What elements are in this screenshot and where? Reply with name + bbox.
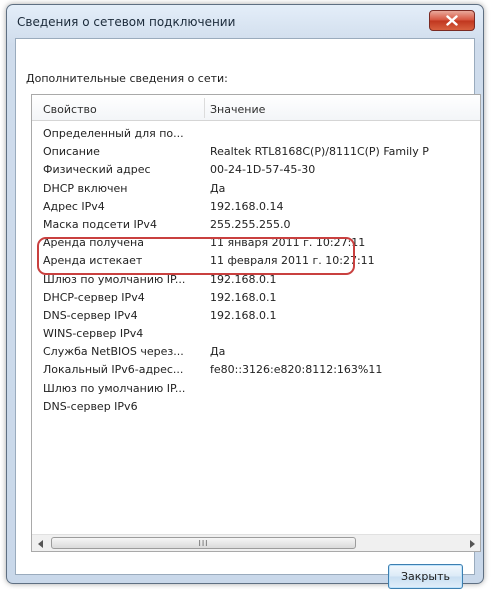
value-cell: 11 января 2011 г. 10:27:11 bbox=[210, 236, 366, 250]
property-cell: Аренда получена bbox=[43, 236, 144, 250]
section-label: Дополнительные сведения о сети: bbox=[26, 72, 228, 85]
property-cell: Аренда истекает bbox=[43, 254, 143, 268]
value-cell: Realtek RTL8168C(P)/8111C(P) Family P bbox=[210, 145, 429, 159]
scrollbar-grip: III bbox=[198, 538, 209, 548]
list-rows: Определенный для по... Описание Realtek R… bbox=[32, 125, 480, 416]
scroll-right-arrow-icon bbox=[469, 539, 475, 548]
list-item[interactable]: Шлюз по умолчанию IP... 192.168.0.1 bbox=[32, 271, 480, 289]
value-cell: 192.168.0.14 bbox=[210, 199, 284, 213]
value-cell: 11 февраля 2011 г. 10:27:11 bbox=[210, 254, 375, 268]
property-cell: DHCP включен bbox=[43, 181, 128, 195]
column-divider[interactable] bbox=[204, 98, 205, 118]
property-cell: Физический адрес bbox=[43, 163, 151, 177]
scrollbar-thumb[interactable]: III bbox=[51, 537, 356, 549]
value-cell: Да bbox=[210, 345, 226, 359]
value-cell: fe80::3126:e820:8112:163%11 bbox=[210, 363, 383, 377]
list-item[interactable]: Физический адрес 00-24-1D-57-45-30 bbox=[32, 161, 480, 179]
property-cell: WINS-сервер IPv4 bbox=[43, 327, 144, 341]
title-bar[interactable]: Сведения о сетевом подключении bbox=[7, 5, 483, 41]
dialog-window: Сведения о сетевом подключении Дополните… bbox=[6, 4, 484, 589]
list-item[interactable]: Адрес IPv4 192.168.0.14 bbox=[32, 198, 480, 216]
network-details-list[interactable]: Свойство Значение Определенный для по...… bbox=[31, 94, 481, 552]
window-title: Сведения о сетевом подключении bbox=[17, 15, 236, 29]
list-item[interactable]: DNS-сервер IPv4 192.168.0.1 bbox=[32, 307, 480, 325]
list-item[interactable]: Аренда получена 11 января 2011 г. 10:27:1… bbox=[32, 234, 480, 252]
value-cell: Да bbox=[210, 181, 226, 195]
list-item[interactable]: Локальный IPv6-адрес... fe80::3126:e820:8… bbox=[32, 361, 480, 379]
property-cell: Служба NetBIOS через... bbox=[43, 345, 184, 359]
property-cell: DNS-сервер IPv4 bbox=[43, 308, 138, 322]
list-item[interactable]: WINS-сервер IPv4 bbox=[32, 325, 480, 343]
property-cell: Описание bbox=[43, 145, 100, 159]
close-button[interactable]: Закрыть bbox=[388, 564, 463, 589]
scroll-left-arrow-icon bbox=[37, 539, 43, 548]
horizontal-scrollbar[interactable]: III bbox=[32, 534, 480, 551]
list-item[interactable]: Описание Realtek RTL8168C(P)/8111C(P) Fam… bbox=[32, 143, 480, 161]
list-item[interactable]: Определенный для по... bbox=[32, 125, 480, 143]
value-cell: 192.168.0.1 bbox=[210, 290, 277, 304]
property-cell: Маска подсети IPv4 bbox=[43, 217, 157, 231]
list-item[interactable]: Маска подсети IPv4 255.255.255.0 bbox=[32, 216, 480, 234]
property-cell: Шлюз по умолчанию IP... bbox=[43, 272, 186, 286]
list-item[interactable]: DNS-сервер IPv6 bbox=[32, 398, 480, 416]
list-item[interactable]: DHCP включен Да bbox=[32, 180, 480, 198]
scroll-right-button[interactable] bbox=[463, 535, 480, 552]
dialog-content: Дополнительные сведения о сети: Свойство… bbox=[15, 38, 481, 589]
list-item[interactable]: Аренда истекает 11 февраля 2011 г. 10:27:… bbox=[32, 252, 480, 270]
property-cell: DHCP-сервер IPv4 bbox=[43, 290, 145, 304]
scroll-left-button[interactable] bbox=[32, 535, 49, 552]
window-close-button[interactable] bbox=[429, 10, 475, 31]
list-item[interactable]: Служба NetBIOS через... Да bbox=[32, 343, 480, 361]
close-x-icon bbox=[446, 15, 458, 26]
value-cell: 00-24-1D-57-45-30 bbox=[210, 163, 316, 177]
property-cell: Определенный для по... bbox=[43, 127, 184, 140]
list-item[interactable]: Шлюз по умолчанию IP... bbox=[32, 380, 480, 398]
property-cell: Локальный IPv6-адрес... bbox=[43, 363, 184, 377]
value-cell: 192.168.0.1 bbox=[210, 272, 277, 286]
column-header-property[interactable]: Свойство bbox=[43, 103, 97, 116]
property-cell: Адрес IPv4 bbox=[43, 199, 105, 213]
column-header-value[interactable]: Значение bbox=[210, 103, 265, 116]
list-header: Свойство Значение bbox=[32, 95, 480, 121]
value-cell: 192.168.0.1 bbox=[210, 308, 277, 322]
value-cell: 255.255.255.0 bbox=[210, 217, 291, 231]
property-cell: Шлюз по умолчанию IP... bbox=[43, 381, 186, 395]
list-item[interactable]: DHCP-сервер IPv4 192.168.0.1 bbox=[32, 289, 480, 307]
property-cell: DNS-сервер IPv6 bbox=[43, 399, 138, 413]
